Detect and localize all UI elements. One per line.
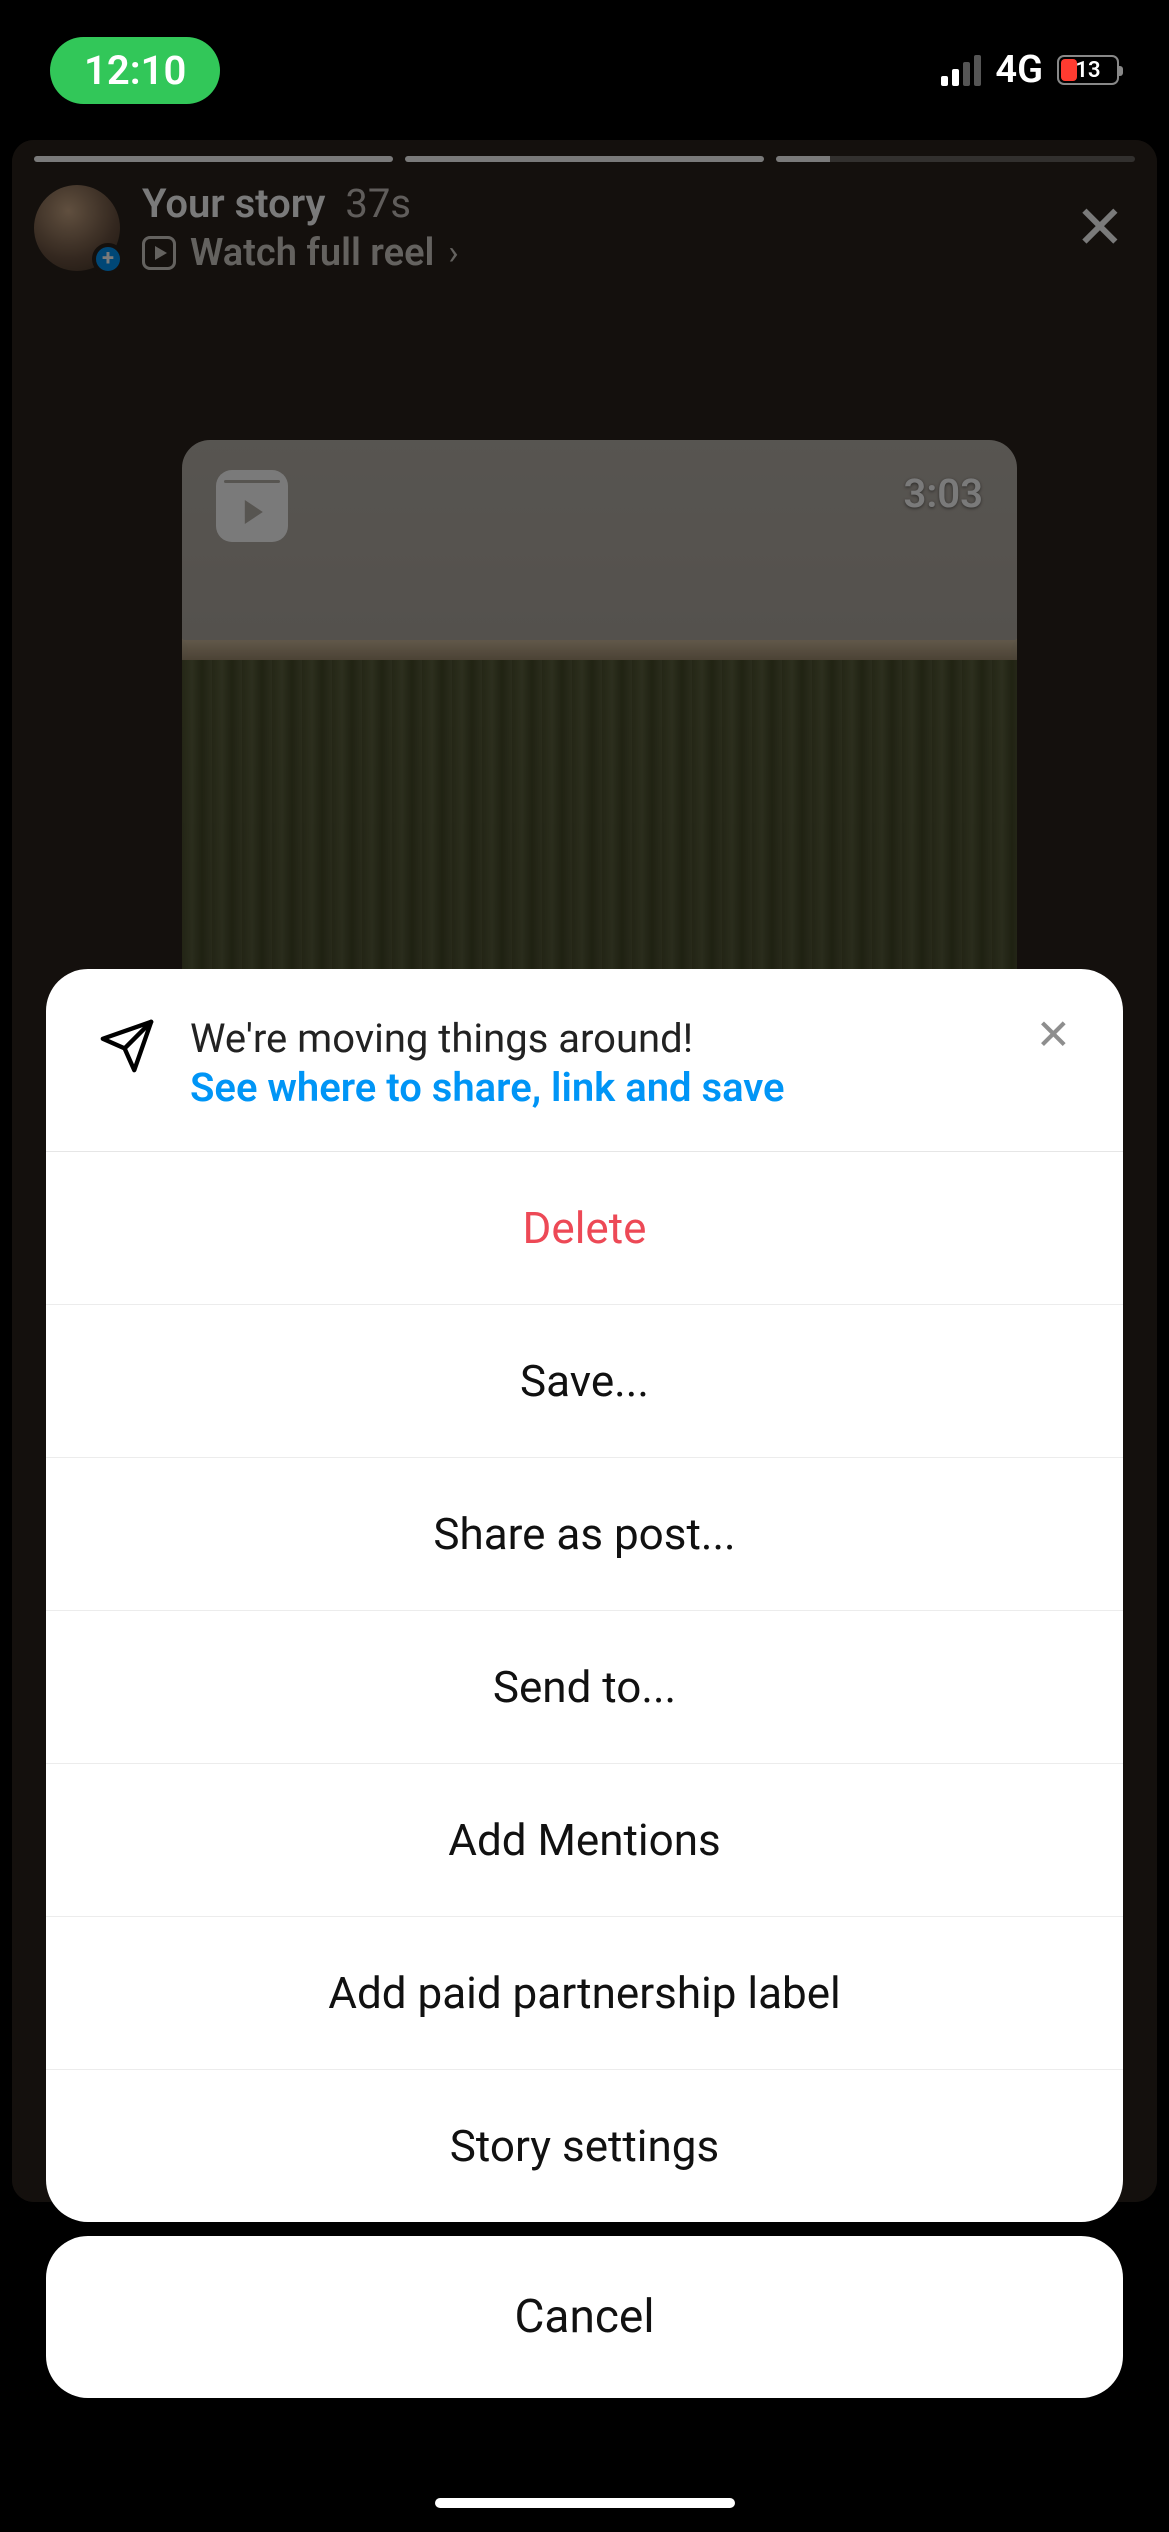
story-options-sheet: We're moving things around! See where to… (46, 969, 1123, 2222)
share-icon (98, 1017, 156, 1079)
sheet-item-save[interactable]: Save... (46, 1305, 1123, 1458)
sheet-item-paid-partnership[interactable]: Add paid partnership label (46, 1917, 1123, 2070)
sheet-item-delete[interactable]: Delete (46, 1152, 1123, 1305)
banner-link[interactable]: See where to share, link and save (190, 1064, 1002, 1111)
home-indicator[interactable] (435, 2498, 735, 2508)
sheet-item-share-as-post[interactable]: Share as post... (46, 1458, 1123, 1611)
banner-close-button[interactable]: ✕ (1036, 1015, 1071, 1057)
status-right-cluster: 4G 13 (941, 48, 1119, 92)
status-time-pill[interactable]: 12:10 (50, 37, 220, 104)
network-type-label: 4G (995, 48, 1043, 92)
sheet-item-story-settings[interactable]: Story settings (46, 2070, 1123, 2222)
battery-percent-label: 13 (1059, 58, 1117, 83)
battery-icon: 13 (1057, 55, 1119, 85)
cancel-button[interactable]: Cancel (46, 2236, 1123, 2398)
status-bar: 12:10 4G 13 (0, 0, 1169, 140)
banner-title: We're moving things around! (190, 1015, 1002, 1062)
sheet-item-add-mentions[interactable]: Add Mentions (46, 1764, 1123, 1917)
sheet-info-banner[interactable]: We're moving things around! See where to… (46, 969, 1123, 1152)
cellular-signal-icon (941, 54, 981, 86)
sheet-item-send-to[interactable]: Send to... (46, 1611, 1123, 1764)
